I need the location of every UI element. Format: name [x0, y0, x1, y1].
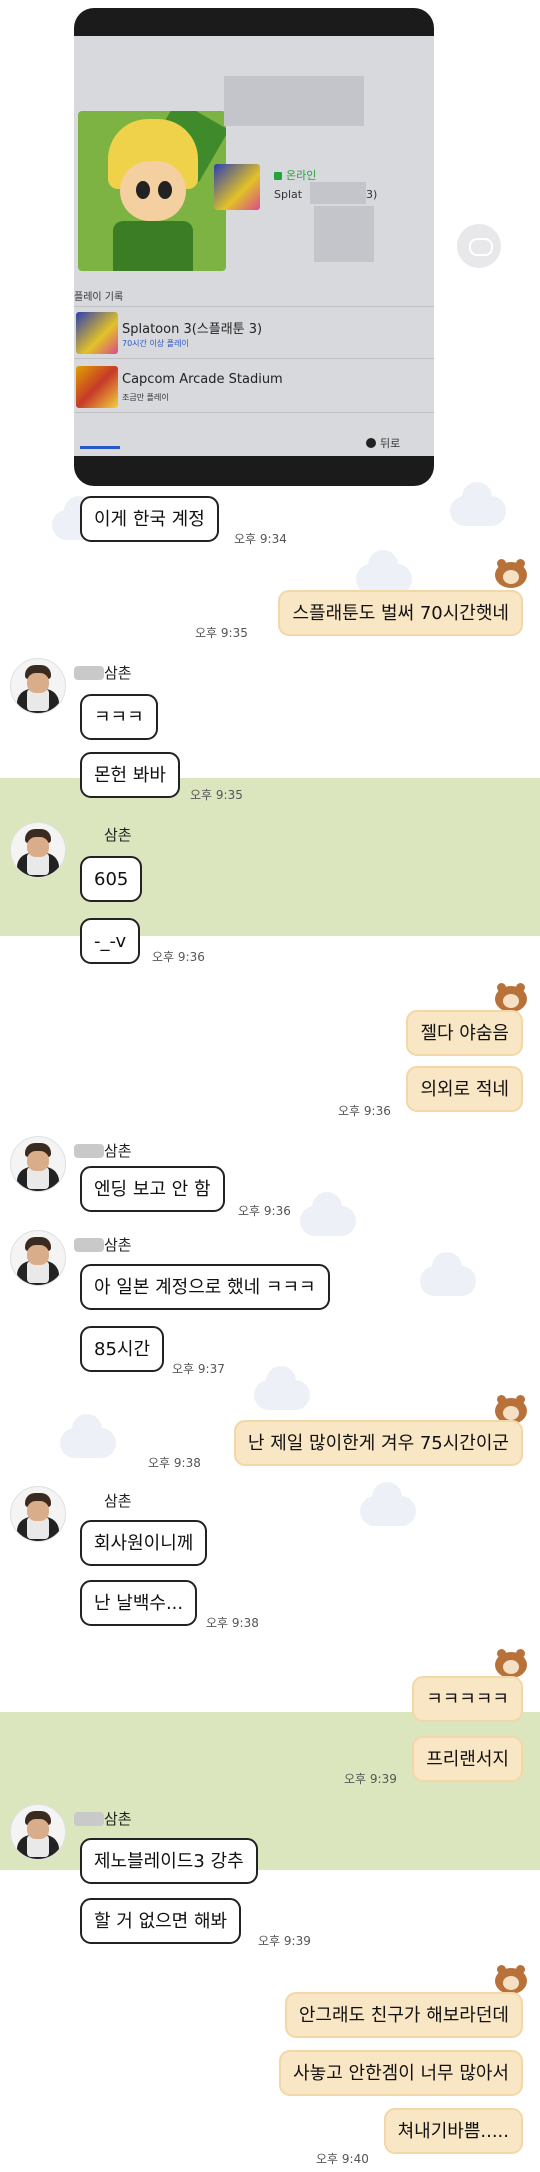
contact-avatar[interactable]	[10, 1486, 66, 1542]
online-status-text: 온라인	[286, 169, 317, 182]
my-message-bubble: 의외로 적네	[406, 1066, 523, 1112]
message-bubble: 제노블레이드3 강추	[80, 1838, 258, 1884]
my-profile-icon	[495, 1965, 527, 1994]
game-detail-2: 조금만 플레이	[122, 393, 169, 402]
message-time: 오후 9:38	[206, 1616, 259, 1630]
history-header: 플레이 기록	[74, 292, 124, 303]
contact-name: 삼촌	[104, 1492, 132, 1510]
splatoon-thumbnail	[76, 312, 118, 354]
game-title-1: Splatoon 3(스플래툰 3)	[122, 322, 263, 337]
contact-name: 삼촌	[104, 664, 132, 682]
contact-name: 삼촌	[104, 1810, 132, 1828]
message-bubble: -_-v	[80, 918, 141, 964]
background-band	[0, 778, 540, 936]
my-profile-icon	[495, 983, 527, 1012]
my-message-bubble: 쳐내기바쁨.....	[383, 2108, 523, 2154]
my-message-bubble: 사놓고 안한겜이 너무 많아서	[279, 2050, 523, 2096]
message-bubble: 몬헌 봐바	[80, 752, 180, 798]
message-bubble: ㅋㅋㅋ	[80, 694, 158, 740]
profile-avatar-image	[78, 111, 226, 271]
shared-photo[interactable]: 온라인 Splat 3) 플레이 기록 Splatoon 3(스플래툰 3) 7…	[74, 8, 434, 486]
cloud-decoration	[360, 1482, 416, 1526]
blurred-name	[74, 666, 104, 680]
online-status-icon	[274, 172, 282, 180]
game-thumbnail	[214, 164, 260, 210]
share-icon[interactable]	[457, 224, 501, 268]
scroll-indicator	[80, 446, 120, 449]
game-title-2: Capcom Arcade Stadium	[122, 372, 283, 387]
message-time: 오후 9:40	[316, 2152, 369, 2166]
message-time: 오후 9:39	[344, 1772, 397, 1786]
console-screen: 온라인 Splat 3) 플레이 기록 Splatoon 3(스플래툰 3) 7…	[74, 36, 434, 456]
cloud-decoration	[254, 1366, 310, 1410]
cloud-decoration	[420, 1252, 476, 1296]
capcom-thumbnail	[76, 366, 118, 408]
contact-name: 삼촌	[104, 826, 132, 844]
message-bubble: 605	[80, 856, 143, 902]
contact-avatar[interactable]	[10, 1136, 66, 1192]
current-game-partial: Splat	[274, 188, 303, 201]
my-message-bubble: 안그래도 친구가 해보라던데	[284, 1992, 523, 2038]
my-message-bubble: 젤다 야숨음	[406, 1010, 523, 1056]
blurred-username	[224, 76, 364, 126]
contact-name: 삼촌	[104, 1142, 132, 1160]
message-bubble: 회사원이니께	[80, 1520, 208, 1566]
message-time: 오후 9:39	[258, 1934, 311, 1948]
divider	[74, 412, 434, 413]
current-game-tail: 3)	[366, 188, 378, 201]
message-time: 오후 9:35	[195, 626, 248, 640]
contact-avatar[interactable]	[10, 1230, 66, 1286]
contact-avatar[interactable]	[10, 658, 66, 714]
game-detail-1: 70시간 이상 플레이	[122, 339, 189, 348]
message-time: 오후 9:35	[190, 788, 243, 802]
message-bubble: 아 일본 계정으로 했네 ㅋㅋㅋ	[80, 1264, 330, 1310]
b-button-icon	[366, 438, 376, 448]
my-profile-icon	[495, 1649, 527, 1678]
message-time: 오후 9:38	[148, 1456, 201, 1470]
message-time: 오후 9:36	[152, 950, 205, 964]
contact-name: 삼촌	[104, 1236, 132, 1254]
message-time: 오후 9:36	[338, 1104, 391, 1118]
message-bubble: 난 날백수...	[80, 1580, 198, 1626]
my-message-bubble: 난 제일 많이한게 겨우 75시간이군	[233, 1420, 523, 1466]
message-bubble: 이게 한국 계정	[80, 496, 219, 542]
message-bubble: 할 거 없으면 해봐	[80, 1898, 242, 1944]
blurred-name	[74, 1238, 104, 1252]
message-bubble: 85시간	[80, 1326, 165, 1372]
divider	[74, 358, 434, 359]
cloud-decoration	[60, 1414, 116, 1458]
message-bubble: 엔딩 보고 안 함	[80, 1166, 225, 1212]
my-message-bubble: 스플래툰도 벌써 70시간햇네	[278, 590, 523, 636]
my-message-bubble: 프리랜서지	[412, 1736, 523, 1782]
blurred-region	[314, 206, 374, 262]
my-profile-icon	[495, 559, 527, 588]
divider	[74, 306, 434, 307]
message-time: 오후 9:36	[238, 1204, 291, 1218]
my-message-bubble: ㅋㅋㅋㅋㅋ	[412, 1676, 523, 1722]
blurred-name	[74, 1812, 104, 1826]
contact-avatar[interactable]	[10, 822, 66, 878]
blurred-name	[74, 1144, 104, 1158]
message-time: 오후 9:37	[172, 1362, 225, 1376]
cloud-decoration	[300, 1192, 356, 1236]
contact-avatar[interactable]	[10, 1804, 66, 1860]
cloud-decoration	[450, 482, 506, 526]
back-label: 뒤로	[380, 437, 401, 450]
blurred-game-title	[310, 182, 366, 204]
message-time: 오후 9:34	[234, 532, 287, 546]
